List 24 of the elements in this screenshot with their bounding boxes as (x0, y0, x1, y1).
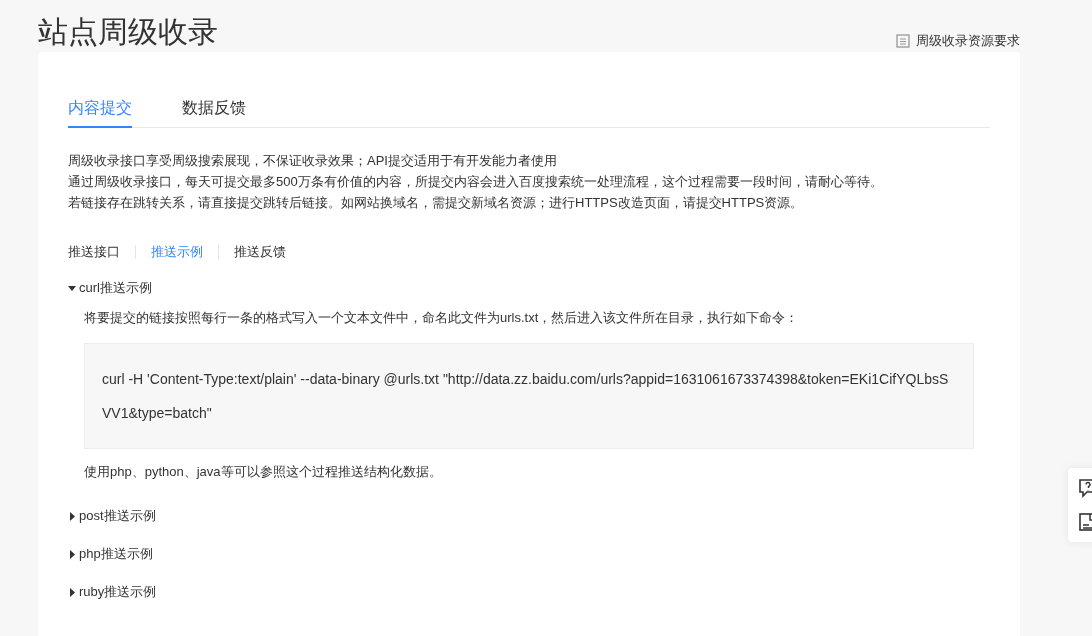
help-chat-icon[interactable] (1078, 478, 1092, 498)
sub-tab[interactable]: 推送示例 (151, 243, 203, 261)
intro-text: 通过周级收录接口，每天可提交最多500万条有价值的内容，所提交内容会进入百度搜索统一处理流程，这个过程需要一段时间，请耐心等待。 (68, 173, 884, 191)
section-toggle[interactable]: post推送示例 (68, 505, 990, 527)
page-title: 站点周级收录 (38, 14, 218, 50)
caret-down-icon (68, 283, 77, 293)
section-toggle[interactable]: php推送示例 (68, 543, 990, 565)
intro-text: 周级收录接口享受周级搜索展现，不保证收录效果；API提交适用于有开发能力者使用 (68, 152, 558, 170)
sub-tab[interactable]: 推送接口 (68, 243, 120, 261)
requirements-link[interactable]: 周级收录资源要求 (896, 32, 1020, 50)
intro-text: 若链接存在跳转关系，请直接提交跳转后链接。如网站换域名，需提交新域名资源；进行HTTPS改造页面，请提交HTTPS资源。 (68, 194, 805, 212)
tab[interactable]: 内容提交 (68, 92, 132, 128)
caret-right-icon (68, 511, 77, 521)
document-icon[interactable] (1078, 512, 1092, 532)
tab[interactable]: 数据反馈 (182, 92, 246, 128)
instruction-text: 将要提交的链接按照每行一条的格式写入一个文本文件中，命名此文件为urls.txt，然后进入该文件所在目录，执行如下命令： (84, 309, 800, 327)
caret-right-icon (68, 549, 77, 559)
caret-right-icon (68, 587, 77, 597)
sub-tab[interactable]: 推送反馈 (234, 243, 286, 261)
note-text: 使用php、python、java等可以参照这个过程推送结构化数据。 (84, 463, 443, 481)
section-toggle[interactable]: curl推送示例 (68, 277, 990, 299)
section-toggle[interactable]: ruby推送示例 (68, 581, 990, 603)
code-block: curl -H 'Content-Type:text/plain' --data-binary @urls.txt "http://data.zz.baidu.com/urls?appid=1631061673374398&token=EKi1CifYQLbsSVV1&type=batch" (84, 343, 974, 449)
document-icon (896, 34, 910, 48)
